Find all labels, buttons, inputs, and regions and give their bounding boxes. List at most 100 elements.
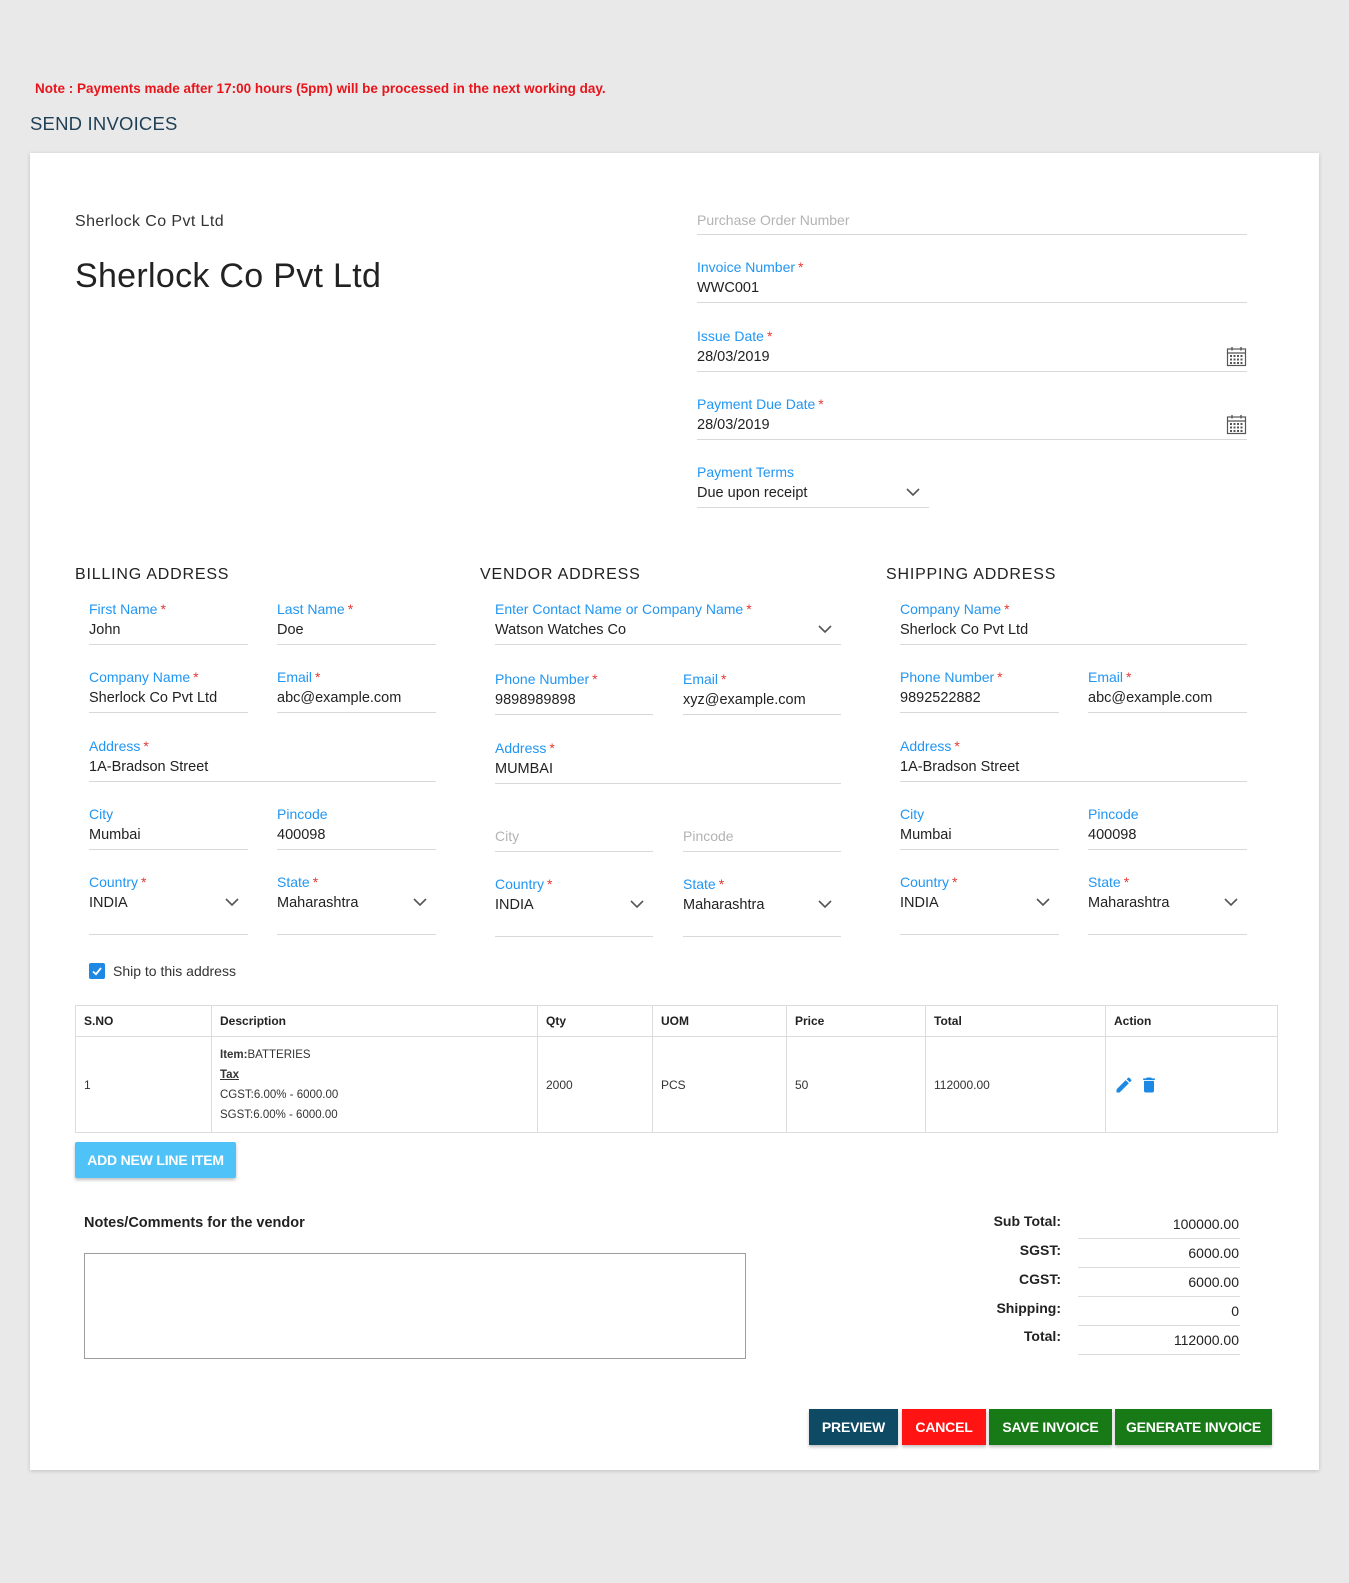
issue-date-value: 28/03/2019	[697, 349, 770, 365]
cell-uom: PCS	[652, 1036, 787, 1133]
company-name-small: Sherlock Co Pvt Ltd	[75, 213, 224, 230]
field-value: 9892522882	[900, 690, 981, 706]
field-value: MUMBAI	[495, 761, 553, 777]
field-label: Last Name *	[277, 601, 354, 617]
field-label: Address *	[89, 738, 149, 754]
billing-state-select[interactable]: State * Maharashtra	[277, 874, 436, 935]
billing-company-field[interactable]: Company Name * Sherlock Co Pvt Ltd	[89, 669, 248, 713]
vendor-state-select[interactable]: State * Maharashtra	[683, 876, 841, 937]
payment-terms-select[interactable]: Payment Terms Due upon receipt	[697, 464, 929, 508]
column-header: Action	[1105, 1005, 1278, 1037]
total-value: 112000.00	[1078, 1326, 1240, 1355]
tax-heading: Tax	[220, 1068, 239, 1081]
preview-button[interactable]: PREVIEW	[809, 1409, 898, 1445]
field-value: Maharashtra	[683, 897, 765, 913]
field-label: City	[89, 806, 114, 822]
invoice-number-label: Invoice Number *	[697, 259, 804, 275]
vendor-country-select[interactable]: Country * INDIA	[495, 876, 653, 937]
add-line-item-button[interactable]: ADD NEW LINE ITEM	[75, 1142, 236, 1178]
table-header-row: S.NO Description Qty UOM Price Total Act…	[75, 1005, 1278, 1037]
field-value: 400098	[277, 827, 326, 843]
po-number-placeholder: Purchase Order Number	[697, 212, 850, 228]
shipping-state-select[interactable]: State * Maharashtra	[1088, 874, 1247, 935]
shipping-city-field[interactable]: City Mumbai	[900, 806, 1059, 850]
issue-date-field[interactable]: Issue Date * 28/03/2019	[697, 328, 1247, 372]
vendor-pincode-field[interactable]: Pincode	[683, 808, 841, 852]
billing-city-field[interactable]: City Mumbai	[89, 806, 248, 850]
field-value: Sherlock Co Pvt Ltd	[900, 622, 1029, 638]
billing-pincode-field[interactable]: Pincode 400098	[277, 806, 436, 850]
shipping-label: Shipping:	[996, 1300, 1061, 1316]
field-value: 1A-Bradson Street	[900, 759, 1020, 775]
generate-invoice-button[interactable]: GENERATE INVOICE	[1115, 1409, 1272, 1445]
field-value: abc@example.com	[277, 690, 402, 706]
calendar-icon[interactable]	[1226, 346, 1247, 367]
field-placeholder: City	[495, 828, 520, 844]
cell-description: Item:BATTERIES Tax CGST:6.00% - 6000.00 …	[211, 1036, 538, 1133]
field-label: Country *	[495, 876, 553, 892]
line-items-table: S.NO Description Qty UOM Price Total Act…	[75, 1005, 1278, 1133]
vendor-contact-select[interactable]: Enter Contact Name or Company Name * Wats…	[495, 601, 841, 645]
delete-icon[interactable]	[1139, 1075, 1159, 1095]
shipping-company-field[interactable]: Company Name * Sherlock Co Pvt Ltd	[900, 601, 1247, 645]
notes-label: Notes/Comments for the vendor	[84, 1215, 305, 1231]
column-header: Price	[786, 1005, 926, 1037]
save-invoice-button[interactable]: SAVE INVOICE	[989, 1409, 1112, 1445]
shipping-country-select[interactable]: Country * INDIA	[900, 874, 1059, 935]
field-label: First Name *	[89, 601, 166, 617]
billing-country-select[interactable]: Country * INDIA	[89, 874, 248, 935]
cell-sno: 1	[75, 1036, 212, 1133]
field-label: Country *	[900, 874, 958, 890]
shipping-email-field[interactable]: Email * abc@example.com	[1088, 669, 1247, 713]
ship-to-checkbox[interactable]	[89, 963, 105, 979]
field-label: Email *	[277, 669, 321, 685]
shipping-pincode-field[interactable]: Pincode 400098	[1088, 806, 1247, 850]
invoice-card: Sherlock Co Pvt Ltd Sherlock Co Pvt Ltd …	[30, 153, 1319, 1470]
calendar-icon[interactable]	[1226, 414, 1247, 435]
po-number-field[interactable]: Purchase Order Number	[697, 210, 1247, 235]
ship-to-label[interactable]: Ship to this address	[113, 963, 236, 979]
vendor-email-field[interactable]: Email * xyz@example.com	[683, 671, 841, 715]
field-placeholder: Pincode	[683, 828, 734, 844]
chevron-down-icon	[1224, 898, 1238, 907]
billing-email-field[interactable]: Email * abc@example.com	[277, 669, 436, 713]
field-label: Phone Number *	[495, 671, 598, 687]
field-value: Sherlock Co Pvt Ltd	[89, 690, 218, 706]
due-date-value: 28/03/2019	[697, 417, 770, 433]
due-date-field[interactable]: Payment Due Date * 28/03/2019	[697, 396, 1247, 440]
field-label: Address *	[495, 740, 555, 756]
column-header: Total	[925, 1005, 1106, 1037]
field-label: Email *	[683, 671, 727, 687]
shipping-phone-field[interactable]: Phone Number * 9892522882	[900, 669, 1059, 713]
field-value: 9898989898	[495, 692, 576, 708]
field-label: Enter Contact Name or Company Name *	[495, 601, 752, 617]
vendor-phone-field[interactable]: Phone Number * 9898989898	[495, 671, 653, 715]
chevron-down-icon	[818, 625, 832, 634]
subtotal-label: Sub Total:	[993, 1213, 1061, 1229]
shipping-address-field[interactable]: Address * 1A-Bradson Street	[900, 738, 1247, 782]
billing-address-field[interactable]: Address * 1A-Bradson Street	[89, 738, 436, 782]
chevron-down-icon	[906, 488, 920, 497]
billing-last-name-field[interactable]: Last Name * Doe	[277, 601, 436, 645]
shipping-address-title: SHIPPING ADDRESS	[886, 566, 1057, 583]
billing-first-name-field[interactable]: First Name * John	[89, 601, 248, 645]
invoice-number-field[interactable]: Invoice Number * WWC001	[697, 259, 1247, 303]
field-value: 1A-Bradson Street	[89, 759, 209, 775]
column-header: Description	[211, 1005, 538, 1037]
item-line: Item:BATTERIES	[220, 1045, 529, 1065]
cgst-label: CGST:	[1019, 1271, 1061, 1287]
vendor-address-field[interactable]: Address * MUMBAI	[495, 740, 841, 784]
edit-icon[interactable]	[1114, 1075, 1134, 1095]
cgst-value: 6000.00	[1078, 1268, 1240, 1297]
cancel-button[interactable]: CANCEL	[902, 1409, 986, 1445]
field-label: City	[900, 806, 925, 822]
cell-price: 50	[786, 1036, 926, 1133]
field-label: Company Name *	[900, 601, 1010, 617]
field-value: INDIA	[900, 895, 939, 911]
notes-textarea[interactable]	[84, 1253, 746, 1359]
page-title: SEND INVOICES	[30, 113, 178, 134]
vendor-city-field[interactable]: City	[495, 808, 653, 852]
chevron-down-icon	[225, 898, 239, 907]
field-value: 400098	[1088, 827, 1137, 843]
field-label: Email *	[1088, 669, 1132, 685]
